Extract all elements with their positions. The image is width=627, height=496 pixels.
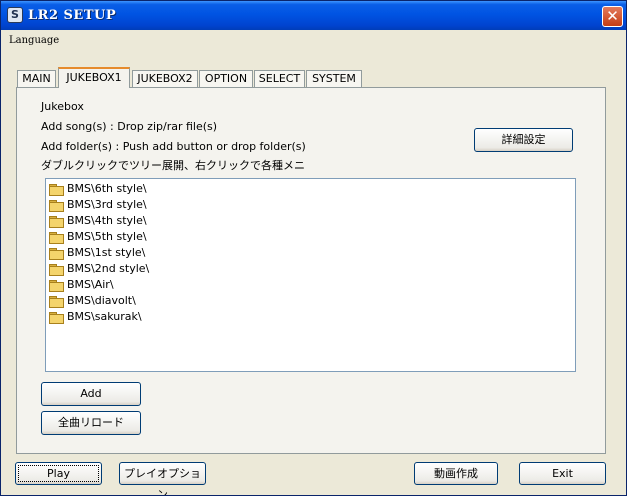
add-songs-hint: Add song(s) : Drop zip/rar file(s) <box>41 120 218 133</box>
lr2-setup-window: S LR2 SETUP ✕ Language MAIN JUKEBOX1 JUK… <box>0 0 627 496</box>
title-bar[interactable]: S LR2 SETUP ✕ <box>1 1 626 30</box>
tab-jukebox2[interactable]: JUKEBOX2 <box>132 70 198 88</box>
add-folder-hint: Add folder(s) : Push add button or drop … <box>41 140 306 153</box>
tab-select[interactable]: SELECT <box>254 70 305 88</box>
tree-item-label: BMS\5th style\ <box>67 230 147 243</box>
folder-icon <box>49 280 64 292</box>
tab-system[interactable]: SYSTEM <box>306 70 362 88</box>
tab-main[interactable]: MAIN <box>17 70 56 88</box>
tree-item-label: BMS\2nd style\ <box>67 262 150 275</box>
folder-icon <box>49 184 64 196</box>
tree-item-label: BMS\3rd style\ <box>67 198 147 211</box>
make-movie-button[interactable]: 動画作成 <box>414 462 498 485</box>
folder-icon <box>49 216 64 228</box>
reload-all-button[interactable]: 全曲リロード <box>41 411 141 435</box>
play-option-button[interactable]: プレイオプション <box>119 462 206 495</box>
add-button[interactable]: Add <box>41 382 141 406</box>
folder-icon <box>49 312 64 324</box>
folder-icon <box>49 296 64 308</box>
tree-item-label: BMS\diavolt\ <box>67 294 136 307</box>
tree-item-label: BMS\6th style\ <box>67 182 147 195</box>
exit-button[interactable]: Exit <box>519 462 606 485</box>
tree-item-label: BMS\4th style\ <box>67 214 147 227</box>
detail-settings-button[interactable]: 詳細設定 <box>474 128 573 152</box>
folder-icon <box>49 232 64 244</box>
tree-usage-hint: ダブルクリックでツリー展開、右クリックで各種メニ <box>41 159 305 172</box>
folder-tree[interactable]: BMS\6th style\ BMS\3rd style\ BMS\4th st… <box>45 178 576 372</box>
folder-icon <box>49 264 64 276</box>
tree-item-label: BMS\Air\ <box>67 278 114 291</box>
app-icon: S <box>7 7 23 23</box>
close-button[interactable]: ✕ <box>602 6 623 27</box>
tab-jukebox1[interactable]: JUKEBOX1 <box>58 67 130 88</box>
menu-language[interactable]: Language <box>9 35 59 46</box>
tree-item-label: BMS\sakurak\ <box>67 310 142 323</box>
window-title: LR2 SETUP <box>28 8 117 23</box>
tree-item-label: BMS\1st style\ <box>67 246 146 259</box>
play-button[interactable]: Play <box>15 462 102 485</box>
tab-option[interactable]: OPTION <box>199 70 253 88</box>
folder-icon <box>49 248 64 260</box>
folder-icon <box>49 200 64 212</box>
menu-bar: Language <box>1 31 626 50</box>
jukebox-heading: Jukebox <box>41 100 84 113</box>
